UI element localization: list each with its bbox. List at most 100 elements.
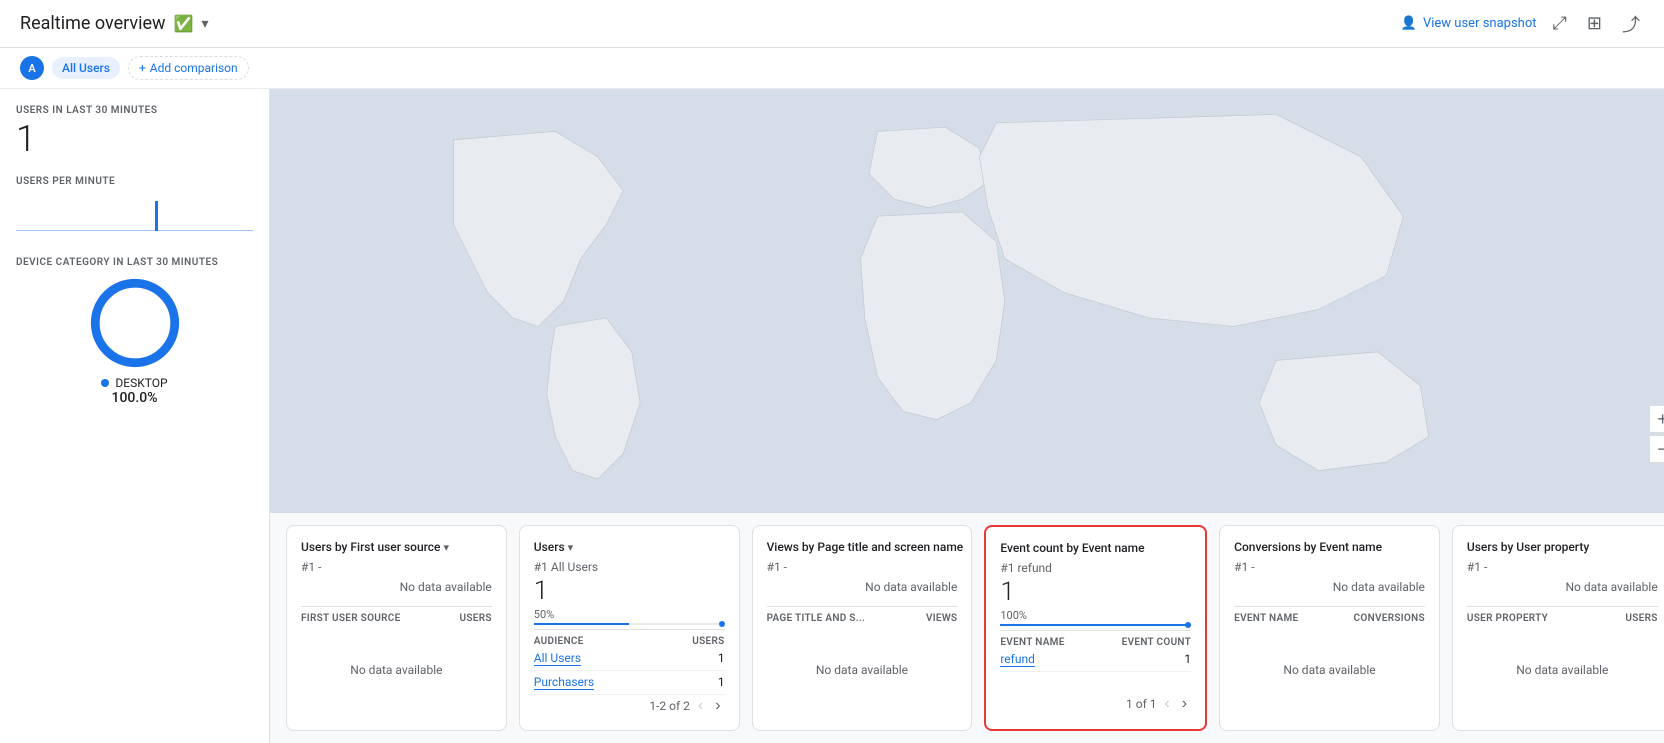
left-panel: USERS IN LAST 30 MINUTES 1 USERS PER MIN… <box>0 89 270 743</box>
sparkline-bar <box>155 201 158 231</box>
card-title-event-count: Event count by Event name <box>1000 541 1191 555</box>
card-col1-header-event-count: EVENT NAME <box>1000 637 1064 648</box>
expand-button[interactable]: ⤢ <box>1549 9 1571 38</box>
card-col1-header-page-title: PAGE TITLE AND S... <box>767 613 866 624</box>
tile-button[interactable]: ⊞ <box>1583 9 1606 38</box>
card-audience: Users ▾ #1 All Users150% AUDIENCE USERS … <box>519 525 740 731</box>
card-bar-dot-event-count <box>1185 622 1191 628</box>
card-bar-event-count <box>1000 624 1191 626</box>
card-table-header-user-property: USER PROPERTY USERS <box>1467 606 1658 624</box>
world-map <box>270 89 1664 513</box>
card-pagination-event-count: 1 of 1 ‹ › <box>1000 693 1191 715</box>
card-rank-user-property: #1 - <box>1467 560 1658 574</box>
view-snapshot-button[interactable]: 👤 View user snapshot <box>1401 16 1537 31</box>
add-comparison-label: Add comparison <box>150 61 238 75</box>
desktop-legend-dot <box>101 379 109 387</box>
users-per-minute-label: USERS PER MINUTE <box>16 176 253 187</box>
card-user-property: Users by User property #1 - No data avail… <box>1452 525 1664 731</box>
card-main-value-event-count: 1 <box>1000 577 1191 607</box>
donut-legend: DESKTOP <box>101 376 167 390</box>
card-no-data-center-page-title: No data available <box>767 624 958 716</box>
card-bar-fill-audience <box>534 623 629 625</box>
donut-container: DESKTOP 100.0% <box>16 278 253 406</box>
card-no-data-top-user-property: No data available <box>1467 580 1658 594</box>
all-users-badge[interactable]: All Users <box>52 57 120 79</box>
card-rank-page-title: #1 - <box>767 560 958 574</box>
card-rank-conversions: #1 - <box>1234 560 1425 574</box>
map-area: + − <box>270 89 1664 513</box>
table-row: refund 1 <box>1000 648 1191 672</box>
device-section: DEVICE CATEGORY IN LAST 30 MINUTES DESKT… <box>16 257 253 406</box>
card-pct-audience: 50% <box>534 608 725 621</box>
card-no-data-center-conversions: No data available <box>1234 624 1425 716</box>
avatar: A <box>20 56 44 80</box>
card-bar-audience <box>534 623 725 625</box>
map-zoom-controls: + − <box>1649 405 1664 463</box>
users-30min-section: USERS IN LAST 30 MINUTES 1 <box>16 105 253 160</box>
card-col2-header-user-property: USERS <box>1625 613 1657 624</box>
card-title-user-property: Users by User property <box>1467 540 1658 554</box>
card-table-header-first-user-source: FIRST USER SOURCE USERS <box>301 606 492 624</box>
card-main-value-audience: 1 <box>534 576 725 606</box>
header-left: Realtime overview ✅ ▾ <box>20 13 209 34</box>
header: Realtime overview ✅ ▾ 👤 View user snapsh… <box>0 0 1664 48</box>
status-icon: ✅ <box>174 14 194 33</box>
table-cell-col1-audience-1[interactable]: Purchasers <box>534 675 594 690</box>
donut-chart <box>90 278 180 368</box>
table-cell-col2-audience-0: 1 <box>718 651 725 666</box>
share-button[interactable]: ⤴ <box>1618 7 1644 41</box>
card-first-user-source: Users by First user source ▾ #1 -No data… <box>286 525 507 731</box>
card-pct-event-count: 100% <box>1000 609 1191 622</box>
subheader: A All Users + Add comparison <box>0 48 1664 89</box>
table-row: All Users 1 <box>534 647 725 671</box>
card-title-conversions: Conversions by Event name <box>1234 540 1425 554</box>
add-comparison-button[interactable]: + Add comparison <box>128 56 249 80</box>
users-30min-value: 1 <box>16 120 253 160</box>
zoom-out-button[interactable]: − <box>1649 435 1664 463</box>
card-col2-header-page-title: VIEWS <box>926 613 957 624</box>
desktop-label: DESKTOP <box>115 376 167 390</box>
card-rank-audience: #1 All Users <box>534 560 725 574</box>
prev-page-button-audience: ‹ <box>694 695 707 717</box>
card-table-header-conversions: EVENT NAME CONVERSIONS <box>1234 606 1425 624</box>
card-col1-header-conversions: EVENT NAME <box>1234 613 1298 624</box>
card-event-count: Event count by Event name #1 refund1100%… <box>984 525 1207 731</box>
card-col1-header-first-user-source: FIRST USER SOURCE <box>301 613 401 624</box>
pagination-label-audience: 1-2 of 2 <box>649 699 690 713</box>
table-cell-col1-event-count-0[interactable]: refund <box>1000 652 1035 667</box>
zoom-in-button[interactable]: + <box>1649 405 1664 433</box>
add-icon: + <box>139 61 146 75</box>
table-cell-col2-event-count-0: 1 <box>1184 652 1191 667</box>
header-right: 👤 View user snapshot ⤢ ⊞ ⤴ <box>1401 7 1644 41</box>
right-section: + − Users by First user source ▾ #1 -No … <box>270 89 1664 743</box>
cards-row: Users by First user source ▾ #1 -No data… <box>270 513 1664 743</box>
users-30min-label: USERS IN LAST 30 MINUTES <box>16 105 253 116</box>
card-col2-header-first-user-source: USERS <box>460 613 492 624</box>
view-snapshot-label: View user snapshot <box>1423 16 1537 31</box>
next-page-button-audience[interactable]: › <box>711 695 724 717</box>
card-bar-dot-audience <box>719 621 725 627</box>
card-no-data-center-user-property: No data available <box>1467 624 1658 716</box>
device-label: DEVICE CATEGORY IN LAST 30 MINUTES <box>16 257 253 268</box>
card-dropdown-icon-first-user-source[interactable]: ▾ <box>443 541 449 554</box>
card-col2-header-conversions: CONVERSIONS <box>1354 613 1425 624</box>
snapshot-icon: 👤 <box>1401 16 1417 31</box>
card-no-data-top-conversions: No data available <box>1234 580 1425 594</box>
desktop-pct: 100.0% <box>111 390 157 406</box>
card-conversions: Conversions by Event name #1 - No data av… <box>1219 525 1440 731</box>
sparkline-chart <box>16 191 253 241</box>
table-row: Purchasers 1 <box>534 671 725 695</box>
card-col2-header-event-count: EVENT COUNT <box>1122 637 1191 648</box>
card-table-header-event-count: EVENT NAME EVENT COUNT <box>1000 630 1191 648</box>
card-table-header-page-title: PAGE TITLE AND S... VIEWS <box>767 606 958 624</box>
card-bar-track-audience <box>534 623 725 625</box>
table-cell-col1-audience-0[interactable]: All Users <box>534 651 581 666</box>
card-title-audience: Users ▾ <box>534 540 725 554</box>
header-dropdown-icon[interactable]: ▾ <box>202 16 209 32</box>
card-no-data-top-first-user-source: No data available <box>301 580 492 594</box>
next-page-button-event-count[interactable]: › <box>1178 693 1191 715</box>
card-bar-track-event-count <box>1000 624 1191 626</box>
card-bar-fill-event-count <box>1000 624 1191 626</box>
card-rank-first-user-source: #1 - <box>301 560 492 574</box>
card-dropdown-icon-audience[interactable]: ▾ <box>568 541 574 554</box>
